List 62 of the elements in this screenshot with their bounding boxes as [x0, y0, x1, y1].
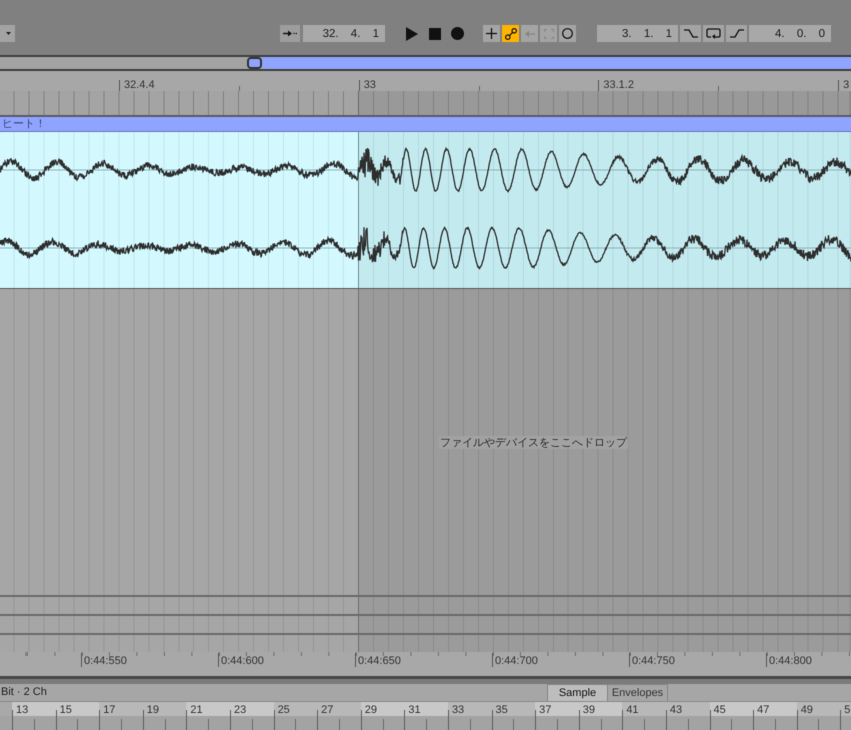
toolbar-button[interactable]: [726, 25, 747, 42]
bar-label: 43: [668, 703, 682, 717]
bar-label: 15: [58, 703, 72, 717]
bar-label: 37: [538, 703, 552, 717]
falling-line-icon: [684, 29, 698, 38]
nodes-icon: [504, 28, 516, 40]
time-label: 0:44:650: [355, 653, 401, 667]
clip-name: ヒート！: [2, 117, 46, 130]
bar-label: 49: [800, 703, 813, 717]
follow-button[interactable]: [280, 25, 300, 42]
bar-label: 29: [364, 703, 377, 717]
play-icon: [406, 26, 418, 40]
record-button[interactable]: [451, 25, 464, 42]
bar-label: 31: [407, 703, 421, 717]
toolbar-button[interactable]: [559, 25, 576, 42]
caret-icon: [6, 32, 11, 35]
tab[interactable]: Envelopes: [607, 684, 668, 701]
time-label: 0:44:800: [766, 653, 812, 667]
bar-label: 23: [232, 703, 246, 717]
drop-area[interactable]: ファイルやデバイスをここへドロップ: [0, 289, 851, 595]
bar-label: 35: [494, 703, 508, 717]
bar-label: 33: [450, 703, 464, 717]
sample-format: Bit · 2 Ch: [0, 685, 48, 700]
bar-label: 25: [276, 703, 290, 717]
bar-label: 5: [843, 703, 850, 717]
toolbar-button[interactable]: [680, 25, 701, 42]
toolbar-button[interactable]: [483, 25, 500, 42]
stop-button[interactable]: [428, 25, 441, 42]
stop-icon: [428, 28, 440, 40]
play-button[interactable]: [405, 25, 418, 42]
bar-label: 45: [712, 703, 726, 717]
record-icon: [451, 27, 464, 40]
track-lane[interactable]: [0, 633, 851, 652]
position-field[interactable]: 32. 4. 1: [303, 25, 385, 42]
bar-label: 17: [102, 703, 116, 717]
time-label: 0:44:550: [81, 653, 127, 667]
circle-icon: [562, 28, 573, 39]
time-label: 0:44:600: [218, 653, 264, 667]
time-label: 0:44:700: [492, 653, 538, 667]
toolbar-button[interactable]: [703, 25, 724, 42]
track-lane[interactable]: [0, 595, 851, 614]
bar-label: 27: [320, 703, 334, 717]
bar-label: 21: [189, 703, 203, 717]
bar-label: 19: [146, 703, 160, 717]
left-arrow-icon: [524, 30, 534, 38]
bar-label: 41: [625, 703, 639, 717]
bar-label: 39: [582, 703, 595, 717]
track-lane[interactable]: [0, 614, 851, 633]
bar-label: 47: [756, 703, 770, 717]
overview-handle[interactable]: [247, 57, 262, 69]
bar-label: 13: [15, 703, 28, 717]
drop-hint: ファイルやデバイスをここへドロップ: [439, 436, 628, 448]
rising-line-icon: [730, 29, 744, 38]
loop-start-field[interactable]: 3. 1. 1: [597, 25, 678, 42]
arrow-icon: [283, 30, 297, 37]
toolbar-button[interactable]: [502, 25, 519, 42]
loop-length-field[interactable]: 4. 0. 0: [749, 25, 831, 42]
dropdown-menu[interactable]: [0, 25, 15, 42]
plus-icon: [486, 28, 497, 39]
time-label: 0:44:750: [629, 653, 675, 667]
tab[interactable]: Sample: [547, 684, 608, 701]
loop-icon: [706, 28, 721, 39]
